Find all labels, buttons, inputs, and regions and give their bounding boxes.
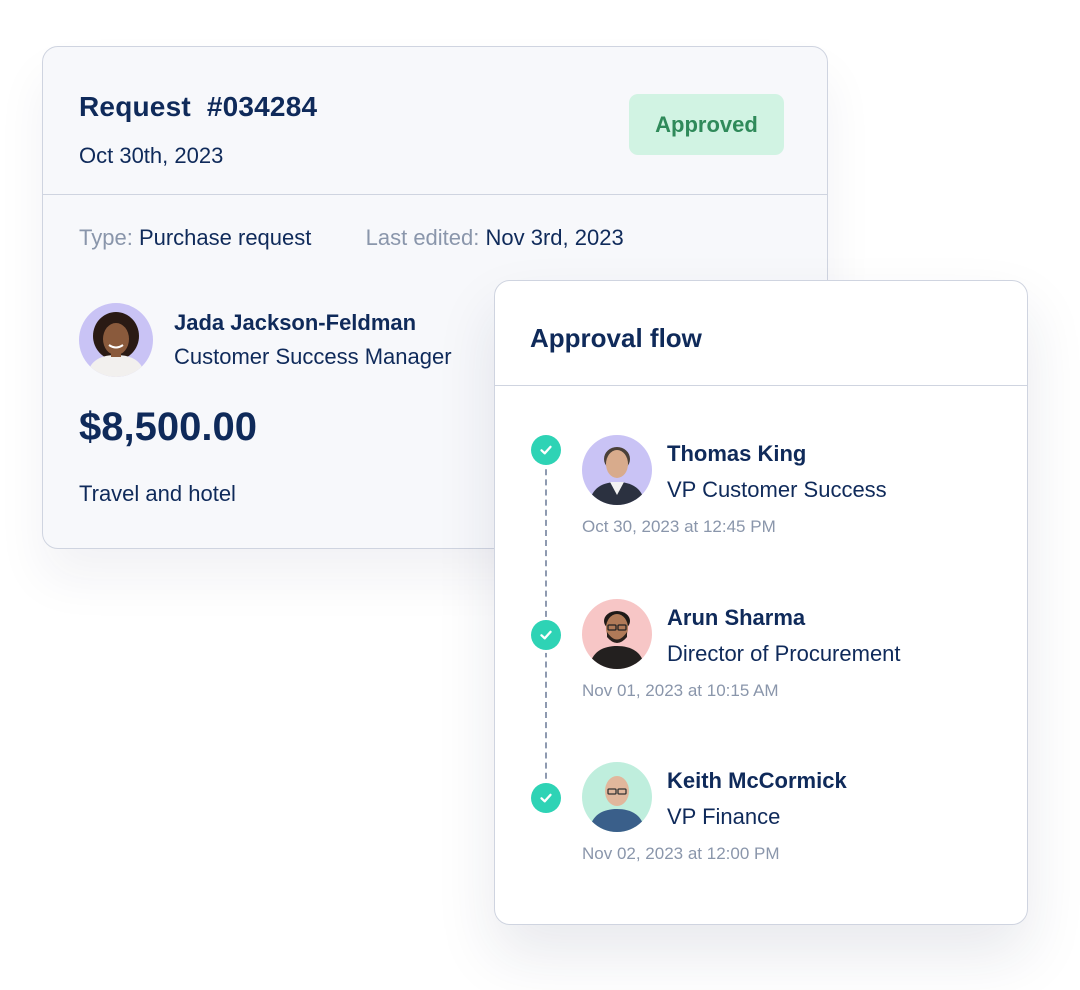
last-edited-label: Last edited: [365,225,480,250]
approver-role: VP Customer Success [667,477,887,502]
stage: Request #034284 Oct 30th, 2023 Approved … [0,0,1080,990]
approver-avatar-icon [582,435,652,505]
approver-avatar-icon [582,762,652,832]
approver-name: Thomas King [667,441,807,466]
approval-flow-card[interactable]: Approval flow Thomas King VP Customer Su… [494,280,1028,925]
check-icon [531,435,561,465]
last-edited-value: Nov 3rd, 2023 [485,225,624,250]
request-amount: $8,500.00 [79,405,257,449]
approver-role: Director of Procurement [667,641,901,666]
request-title: Request #034284 [79,91,318,122]
check-icon [531,620,561,650]
approver-role: VP Finance [667,804,781,829]
request-meta: Type: Purchase request Last edited: Nov … [79,225,624,251]
approval-step: Arun Sharma Director of Procurement Nov … [495,599,1029,709]
approval-step: Thomas King VP Customer Success Oct 30, … [495,435,1029,545]
type-value: Purchase request [138,225,312,250]
approval-flow-header: Approval flow [495,281,1027,386]
approval-time: Nov 01, 2023 at 10:15 AM [582,681,779,700]
check-icon [531,783,561,813]
approval-flow-title: Approval flow [530,323,702,353]
requester-name: Jada Jackson-Feldman [174,310,417,335]
approval-time: Oct 30, 2023 at 12:45 PM [582,517,776,536]
request-header: Request #034284 Oct 30th, 2023 Approved [43,47,827,195]
approver-name: Arun Sharma [667,605,806,630]
status-badge: Approved [629,94,784,155]
request-date: Oct 30th, 2023 [79,143,224,168]
request-description: Travel and hotel [79,481,236,506]
type-label: Type: [79,225,133,250]
approval-step: Keith McCormick VP Finance Nov 02, 2023 … [495,762,1029,872]
approver-name: Keith McCormick [667,768,847,793]
person-avatar-icon [79,303,153,377]
approval-time: Nov 02, 2023 at 12:00 PM [582,844,780,863]
requester-role: Customer Success Manager [174,344,452,369]
requester: Jada Jackson-Feldman Customer Success Ma… [79,303,452,377]
approver-avatar-icon [582,599,652,669]
